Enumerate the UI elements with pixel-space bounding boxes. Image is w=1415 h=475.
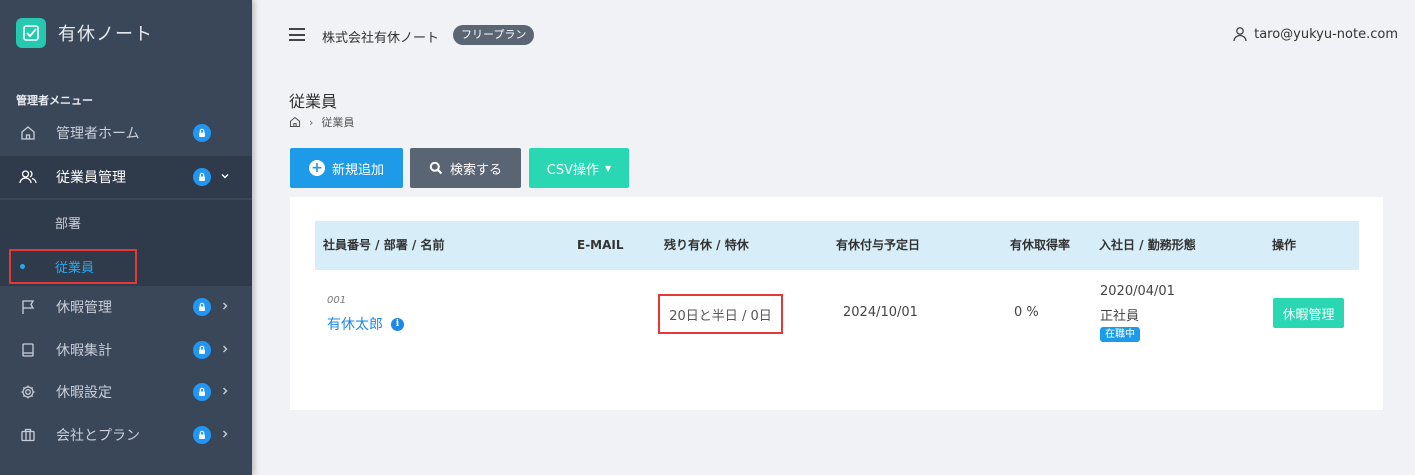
table-header: 社員番号 / 部署 / 名前 E-MAIL 残り有休 / 特休 有休付与予定日 … [315, 221, 1359, 270]
chevron-right-icon [220, 384, 230, 400]
flag-icon [18, 297, 38, 317]
search-button-label: 検索する [449, 162, 502, 178]
info-icon[interactable]: i [391, 317, 404, 331]
employee-table-card: 社員番号 / 部署 / 名前 E-MAIL 残り有休 / 特休 有休付与予定日 … [290, 197, 1383, 410]
sidebar-item-leave-settings[interactable]: 休暇設定 [0, 371, 252, 413]
sidebar-item-admin-home[interactable]: 管理者ホーム [0, 112, 252, 154]
leave-management-label: 休暇管理 [1282, 307, 1335, 323]
logo-checkbox-icon [16, 18, 46, 48]
sidebar-item-label: 休暇管理 [56, 300, 112, 316]
leave-management-button[interactable]: 休暇管理 [1273, 298, 1344, 328]
csv-button-label: CSV操作 [546, 162, 600, 178]
home-icon [18, 123, 38, 143]
employee-number: 001 [327, 295, 347, 306]
status-badge: 在職中 [1100, 327, 1140, 342]
lock-icon [193, 426, 211, 444]
brand[interactable]: 有休ノート [16, 18, 153, 48]
remaining-leave: 20日と半日 / 0日 [669, 308, 772, 324]
chevron-right-icon [220, 342, 230, 358]
breadcrumb: › 従業員 [289, 114, 354, 130]
plan-badge: フリープラン [453, 25, 535, 45]
search-icon [429, 161, 443, 175]
grant-date: 2024/10/01 [843, 305, 918, 320]
acquisition-rate: 0 % [1014, 305, 1039, 320]
hamburger-menu-icon[interactable] [289, 28, 305, 41]
column-header-grant-date: 有休付与予定日 [836, 238, 921, 252]
lock-icon [193, 383, 211, 401]
chevron-right-icon [220, 299, 230, 315]
lock-icon [193, 298, 211, 316]
sidebar-subitem-departments[interactable]: 部署 [0, 202, 252, 242]
employee-name: 有休太郎 [327, 317, 383, 333]
sidebar-item-leave-summary[interactable]: 休暇集計 [0, 329, 252, 371]
menu-header: 管理者メニュー [16, 94, 93, 107]
sidebar-item-employee-management[interactable]: 従業員管理 [0, 156, 252, 198]
lock-icon [193, 341, 211, 359]
breadcrumb-separator: › [309, 115, 314, 129]
highlight-box [9, 249, 137, 284]
column-header-remaining: 残り有休 / 特休 [664, 238, 749, 252]
user-menu[interactable]: taro@yukyu-note.com [1232, 26, 1398, 42]
join-date: 2020/04/01 [1100, 284, 1175, 299]
add-employee-button[interactable]: + 新規追加 [290, 148, 403, 188]
gear-icon [18, 382, 38, 402]
sidebar-subitem-label: 部署 [55, 216, 82, 232]
sidebar-item-label: 従業員管理 [56, 170, 126, 186]
chevron-down-icon [220, 169, 230, 185]
book-icon [18, 340, 38, 360]
lock-icon [193, 168, 211, 186]
sidebar-item-label: 管理者ホーム [56, 126, 140, 142]
chevron-right-icon [220, 427, 230, 443]
employment-type: 正社員 [1100, 309, 1140, 324]
add-button-label: 新規追加 [331, 162, 384, 178]
remaining-leave-highlight: 20日と半日 / 0日 [658, 294, 783, 334]
column-header-employee: 社員番号 / 部署 / 名前 [323, 238, 445, 252]
sidebar-item-leave-management[interactable]: 休暇管理 [0, 286, 252, 328]
column-header-rate: 有休取得率 [1010, 238, 1071, 252]
company-name: 株式会社有休ノート [322, 31, 440, 46]
home-icon[interactable] [289, 116, 301, 128]
briefcase-icon [18, 425, 38, 445]
sidebar-item-label: 休暇設定 [56, 385, 112, 401]
sidebar-item-label: 会社とプラン [56, 428, 140, 444]
user-email: taro@yukyu-note.com [1254, 26, 1398, 42]
column-header-email: E-MAIL [577, 238, 624, 252]
sidebar-item-label: 休暇集計 [56, 343, 112, 359]
user-icon [1233, 27, 1247, 42]
search-button[interactable]: 検索する [410, 148, 521, 188]
column-header-join-date: 入社日 / 勤務形態 [1099, 238, 1196, 252]
users-icon [18, 167, 38, 187]
column-header-actions: 操作 [1272, 238, 1297, 252]
csv-dropdown-button[interactable]: CSV操作 ▼ [529, 148, 629, 188]
sidebar: 有休ノート 管理者メニュー 管理者ホーム 従業員管理 部署 従業員 休暇管理 休… [0, 0, 252, 475]
breadcrumb-current: 従業員 [321, 116, 355, 129]
plus-circle-icon: + [308, 160, 325, 176]
employee-name-link[interactable]: 有休太郎 i [327, 314, 404, 334]
page-title: 従業員 [289, 92, 338, 111]
caret-down-icon: ▼ [605, 163, 612, 173]
sidebar-item-company-plan[interactable]: 会社とプラン [0, 414, 252, 456]
lock-icon [193, 124, 211, 142]
app-name: 有休ノート [58, 24, 153, 45]
